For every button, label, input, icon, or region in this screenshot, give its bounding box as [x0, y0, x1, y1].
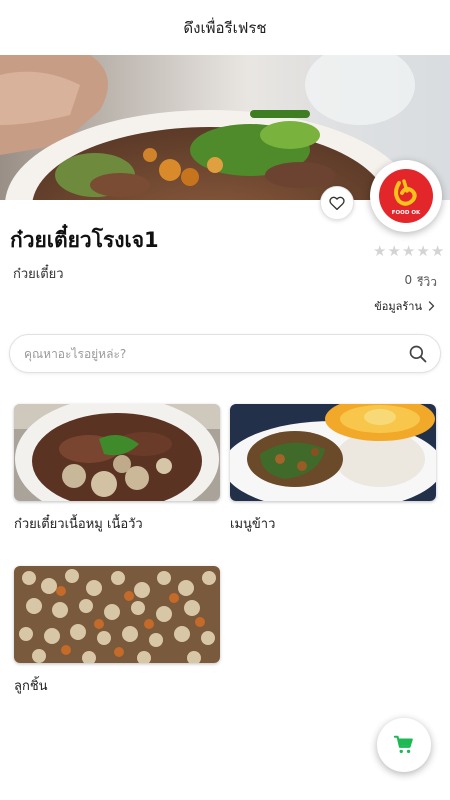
- menu-item-card[interactable]: เมนูข้าว: [230, 404, 436, 534]
- heart-outline-icon: [329, 196, 345, 211]
- search-icon[interactable]: [408, 344, 428, 364]
- cart-button[interactable]: [377, 718, 431, 772]
- shop-logo-text: FOOD OK: [392, 210, 421, 216]
- star-icon: ★: [373, 242, 387, 260]
- shop-logo: FOOD OK: [370, 160, 442, 232]
- menu-item-label[interactable]: ก๋วยเตี๋ยวเนื้อหมู เนื้อวัว: [14, 513, 220, 534]
- star-icon: ★: [387, 242, 401, 260]
- menu-item-label[interactable]: ลูกชิ้น: [14, 675, 220, 696]
- shop-info-link[interactable]: ข้อมูลร้าน: [374, 297, 435, 315]
- search-bar[interactable]: [9, 334, 441, 373]
- shop-info-label: ข้อมูลร้าน: [374, 300, 422, 313]
- menu-item-label[interactable]: เมนูข้าว: [230, 513, 436, 534]
- star-icon: ★: [416, 242, 430, 260]
- menu-item-card[interactable]: ก๋วยเตี๋ยวเนื้อหมู เนื้อวัว: [14, 404, 220, 534]
- menu-item-image[interactable]: [14, 404, 220, 501]
- review-count-label: รีวิว: [417, 275, 437, 289]
- review-count[interactable]: 0 รีวิว: [404, 273, 437, 292]
- pull-to-refresh-label: ดึงเพื่อรีเฟรช: [183, 18, 267, 37]
- star-icon: ★: [430, 242, 445, 260]
- star-icon: ★: [401, 242, 416, 260]
- menu-item-card[interactable]: ลูกชิ้น: [14, 566, 220, 696]
- top-bar: ดึงเพื่อรีเฟรช: [0, 0, 450, 55]
- menu-item-image[interactable]: [230, 404, 436, 501]
- rating-stars: ★ ★ ★ ★ ★: [373, 244, 444, 259]
- search-input[interactable]: [24, 344, 394, 364]
- chevron-right-icon: [428, 301, 435, 311]
- shopping-cart-icon: [393, 735, 413, 754]
- favorite-button[interactable]: [320, 186, 354, 220]
- shop-category: ก๋วยเตี๋ยว: [13, 267, 64, 282]
- shop-name: ก๋วยเตี๋ยวโรงเจ1: [10, 228, 159, 252]
- review-count-value: 0: [404, 273, 413, 287]
- menu-item-image[interactable]: [14, 566, 220, 663]
